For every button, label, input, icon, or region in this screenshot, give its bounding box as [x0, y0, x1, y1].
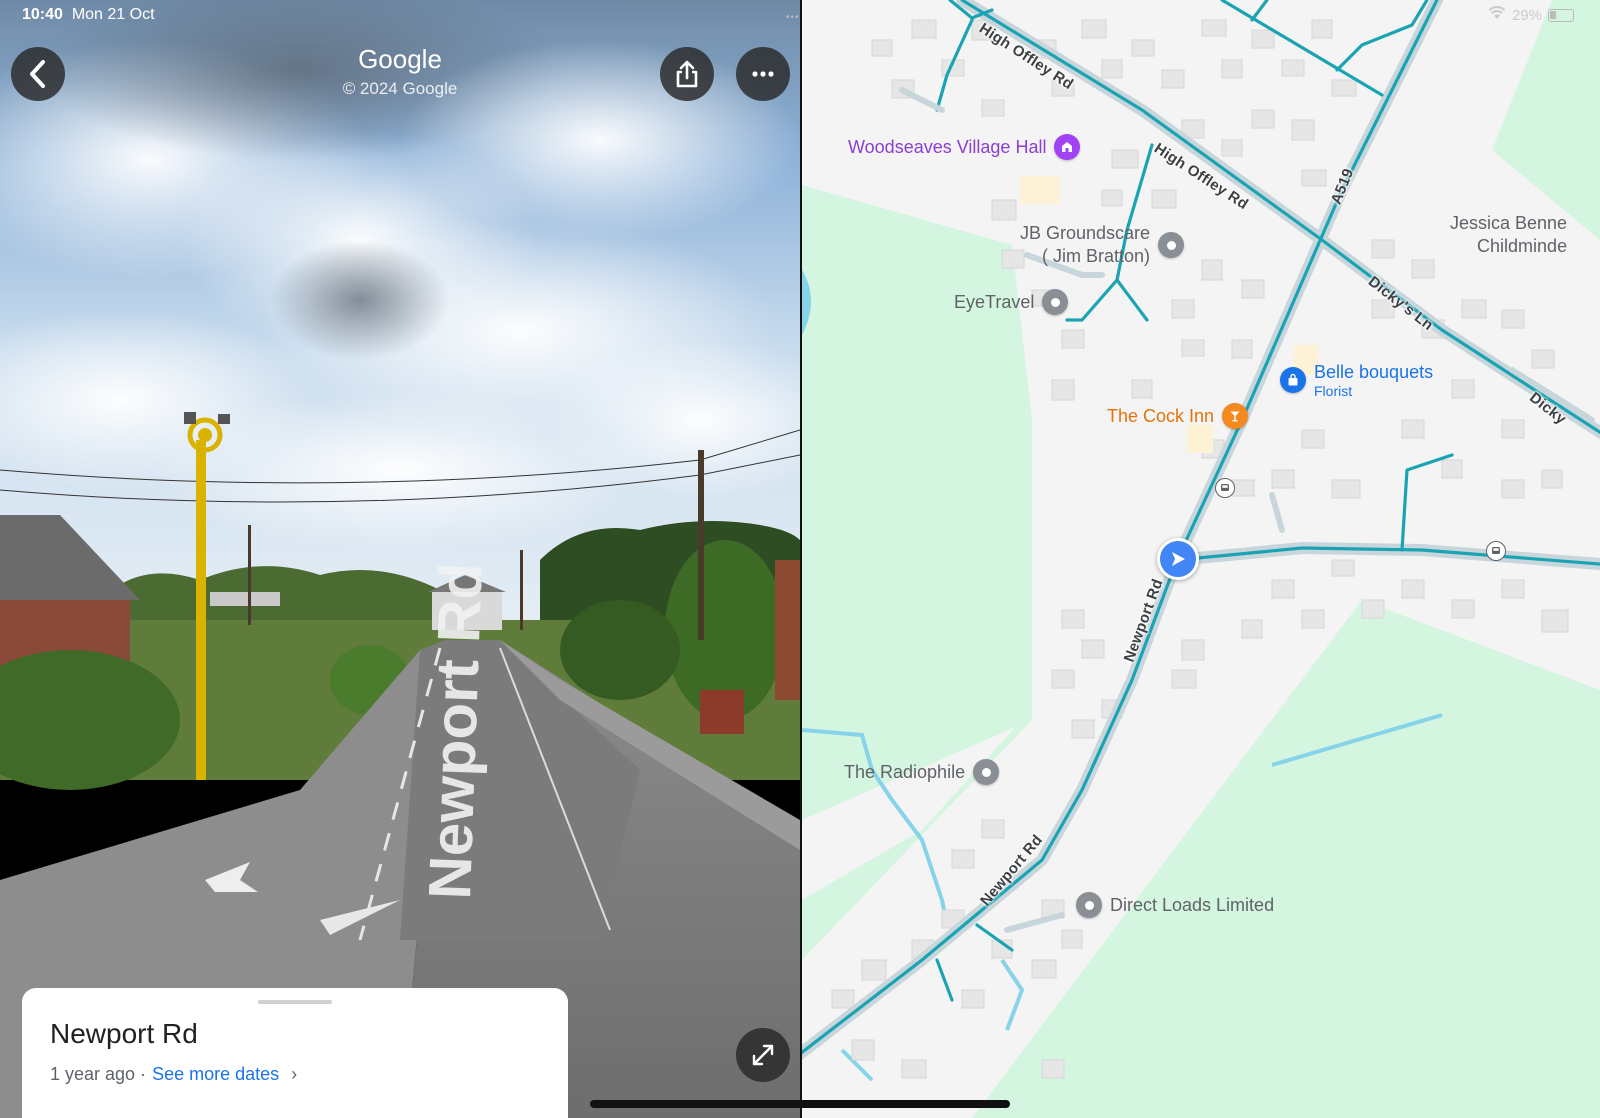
place-pin-icon	[973, 759, 1000, 785]
share-button[interactable]	[660, 47, 714, 101]
poi-the-cock-inn[interactable]: The Cock Inn	[1107, 403, 1249, 429]
street-view-info-card[interactable]: Newport Rd 1 year ago · See more dates ›	[22, 988, 568, 1118]
village-hall-building	[1020, 176, 1060, 204]
shopping-bag-icon	[1280, 367, 1306, 394]
capture-info: 1 year ago · See more dates ›	[50, 1064, 540, 1085]
poi-belle-bouquets[interactable]: Belle bouquets Florist	[1280, 362, 1433, 399]
poi-label: JB Groundscare( Jim Bratton)	[1020, 223, 1151, 267]
back-button[interactable]	[11, 47, 65, 101]
capture-age: 1 year ago ·	[50, 1064, 147, 1084]
village-hall-icon	[1054, 134, 1081, 160]
chevron-left-icon	[30, 60, 45, 88]
bus-stop-icon[interactable]	[1486, 541, 1506, 561]
share-icon	[676, 60, 698, 88]
map-pane[interactable]: High Offley Rd High Offley Rd A519 Dicky…	[802, 0, 1600, 1118]
date: Mon 21 Oct	[71, 6, 155, 23]
park-area	[802, 185, 1032, 820]
location-title: Newport Rd	[50, 1018, 198, 1049]
direction-arrow-icon	[1172, 552, 1185, 566]
expand-button[interactable]	[736, 1028, 790, 1082]
multitasking-dots[interactable]: •••	[786, 12, 800, 23]
google-logo-text: Google	[358, 44, 442, 74]
street-view-image[interactable]: Newport Rd	[0, 0, 800, 1118]
expand-arrows-icon	[752, 1044, 774, 1066]
poi-woodseaves-village-hall[interactable]: Woodseaves Village Hall	[848, 134, 1081, 160]
chevron-right-icon: ›	[291, 1064, 298, 1084]
place-pin-icon	[1158, 232, 1185, 259]
more-options-button[interactable]	[736, 47, 790, 101]
park-area	[1492, 0, 1600, 240]
poi-jessica-bennett-childminder[interactable]: Jessica Benne Childminde	[1450, 212, 1567, 259]
poi-the-radiophile[interactable]: The Radiophile	[844, 759, 1000, 785]
see-more-dates-link[interactable]: See more dates	[152, 1064, 279, 1085]
status-indicators: 29%	[1488, 5, 1574, 24]
poi-eyetravel[interactable]: EyeTravel	[954, 289, 1069, 315]
stream	[1000, 958, 1025, 1031]
poi-direct-loads-limited[interactable]: Direct Loads Limited	[1076, 892, 1274, 918]
bar-glass-icon	[1222, 403, 1249, 429]
wifi-icon	[1488, 5, 1506, 24]
place-pin-icon	[1042, 289, 1069, 315]
street-view-brand: Google © 2024 Google	[300, 44, 500, 99]
status-time: 10:40 Mon 21 Oct	[22, 6, 155, 24]
bus-stop-icon[interactable]	[1215, 478, 1235, 498]
place-pin-icon	[1076, 892, 1102, 918]
poi-jb-groundscare[interactable]: JB Groundscare( Jim Bratton)	[1020, 222, 1185, 269]
card-grabber[interactable]	[258, 1000, 332, 1004]
clock: 10:40	[22, 6, 63, 23]
poi-label: The Radiophile	[844, 761, 966, 782]
poi-label: The Cock Inn	[1107, 405, 1215, 426]
poi-label: Jessica Benne Childminde	[1450, 213, 1568, 257]
poi-label: Direct Loads Limited	[1110, 894, 1275, 915]
road-marking-text: Newport Rd	[416, 562, 495, 901]
battery-percent: 29%	[1511, 6, 1542, 24]
battery-icon	[1548, 8, 1574, 22]
street-view-pane[interactable]: Newport Rd Google © 2024 Google Newport …	[0, 0, 800, 1118]
inn-building	[1187, 425, 1213, 453]
poi-label: EyeTravel	[954, 291, 1035, 312]
more-dots-icon	[752, 71, 774, 77]
copyright-text: © 2024 Google	[342, 79, 458, 98]
poi-label: Belle bouquets	[1314, 362, 1434, 382]
poi-label: Woodseaves Village Hall	[848, 136, 1047, 157]
home-indicator[interactable]	[590, 1100, 1010, 1108]
street-view-location-marker[interactable]	[1157, 538, 1199, 580]
poi-category: Florist	[1314, 382, 1353, 399]
split-view-divider[interactable]	[800, 0, 802, 1118]
